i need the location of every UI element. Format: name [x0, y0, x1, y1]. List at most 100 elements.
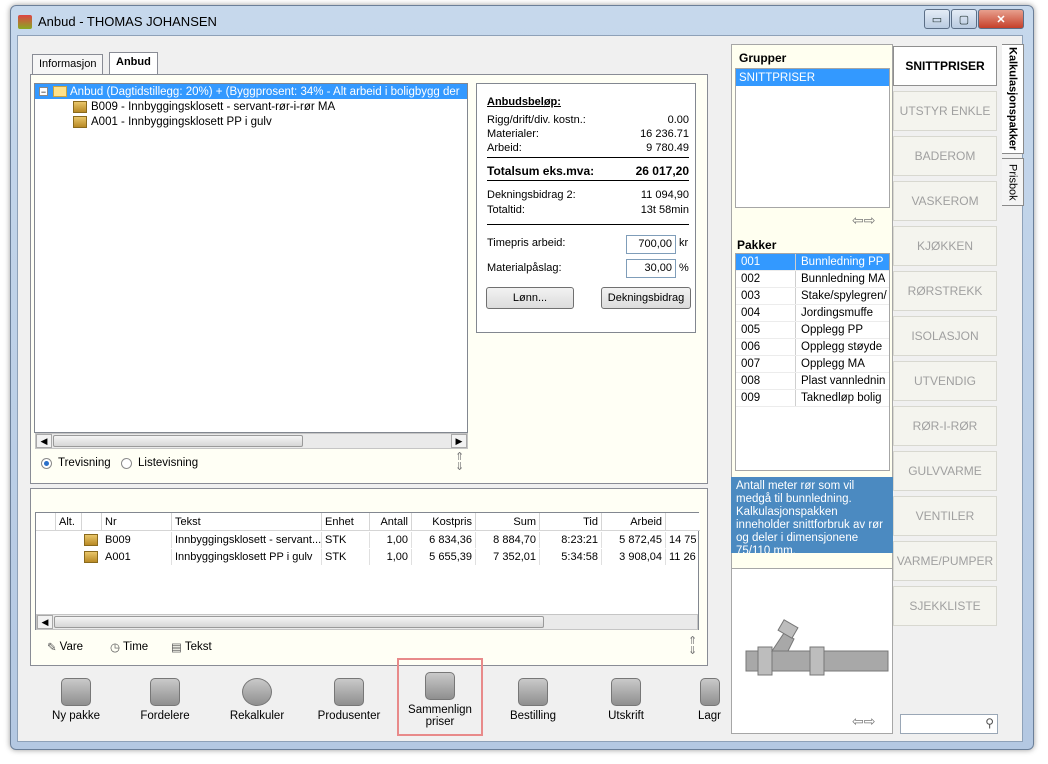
col-sum[interactable]: Sum [476, 513, 540, 531]
splitter-arrows-icon[interactable]: ⇑ ⇓ [688, 636, 697, 657]
summary-value: 9 780.49 [646, 142, 689, 154]
list-item[interactable]: 009 Taknedløp bolig [736, 390, 889, 407]
tab-prisbok[interactable]: Prisbok [1002, 158, 1024, 206]
list-item[interactable]: 003 Stake/spylegren/ [736, 288, 889, 305]
scroll-right-icon[interactable]: ▶ [451, 434, 467, 448]
package-number: 006 [736, 339, 796, 355]
list-item[interactable]: 007 Opplegg MA [736, 356, 889, 373]
col-tid[interactable]: Tid [540, 513, 602, 531]
cell-enhet: STK [322, 532, 370, 548]
category-ror-i-ror[interactable]: RØR-I-RØR [893, 406, 997, 446]
maximize-button[interactable]: ▢ [951, 9, 977, 29]
list-item[interactable]: 008 Plast vannlednin [736, 373, 889, 390]
pencil-icon: ✎ [47, 642, 57, 654]
col-extra [666, 513, 700, 531]
category-varme-pumper[interactable]: VARME/PUMPER [893, 541, 997, 581]
add-vare-option[interactable]: ✎ Vare [47, 640, 83, 654]
collapse-icon[interactable]: − [39, 87, 48, 97]
groups-list[interactable]: SNITTPRISER [735, 68, 890, 208]
order-button[interactable]: Bestilling [490, 674, 576, 736]
scroll-left-icon[interactable]: ◀ [36, 434, 52, 448]
producers-button[interactable]: Produsenter [306, 674, 392, 736]
hourly-rate-input[interactable]: 700,00 [626, 235, 676, 254]
col-arbeid[interactable]: Arbeid [602, 513, 666, 531]
category-utvendig[interactable]: UTVENDIG [893, 361, 997, 401]
scales-icon [425, 672, 455, 700]
list-item[interactable]: 001 Bunnledning PP [736, 254, 889, 271]
tree-item[interactable]: A001 - Innbyggingsklosett PP i gulv [35, 114, 467, 129]
grid-horizontal-scrollbar[interactable]: ◀ [36, 614, 698, 630]
list-item[interactable]: 005 Opplegg PP [736, 322, 889, 339]
category-rorstrekk[interactable]: RØRSTREKK [893, 271, 997, 311]
view-list-option[interactable]: Listevisning [121, 457, 198, 469]
col-enhet[interactable]: Enhet [322, 513, 370, 531]
print-button[interactable]: Utskrift [583, 674, 669, 736]
material-markup-input[interactable]: 30,00 [626, 259, 676, 278]
category-vaskerom[interactable]: VASKEROM [893, 181, 997, 221]
packages-heading: Pakker [737, 238, 777, 252]
compare-prices-button[interactable]: Sammenlign priser [397, 658, 483, 736]
grid-corner [36, 513, 56, 531]
view-tree-option[interactable]: Trevisning [41, 457, 111, 469]
tab-anbud[interactable]: Anbud [109, 52, 158, 74]
manifolds-button[interactable]: Fordelere [122, 674, 208, 736]
category-baderom[interactable]: BADEROM [893, 136, 997, 176]
coverage-button[interactable]: Dekningsbidrag [601, 287, 691, 309]
cell-tid: 5:34:58 [540, 549, 602, 565]
list-item[interactable]: 006 Opplegg støyde [736, 339, 889, 356]
scroll-thumb[interactable] [54, 616, 544, 628]
category-gulvvarme[interactable]: GULVVARME [893, 451, 997, 491]
tree-root[interactable]: − Anbud (Dagtidstillegg: 20%) + (Byggpro… [35, 84, 467, 99]
tree-view[interactable]: − Anbud (Dagtidstillegg: 20%) + (Byggpro… [34, 83, 468, 433]
category-kjokken[interactable]: KJØKKEN [893, 226, 997, 266]
summary-row: Materialer: 16 236.71 [487, 128, 689, 140]
groups-heading: Grupper [739, 51, 787, 65]
tab-kalkulasjonspakker[interactable]: Kalkulasjonspakker [1002, 44, 1024, 154]
nav-arrows-icon[interactable]: ⇦⇨ [852, 212, 875, 229]
scroll-left-icon[interactable]: ◀ [37, 615, 53, 629]
nav-arrows-icon[interactable]: ⇦⇨ [852, 713, 875, 730]
tree-item[interactable]: B009 - Innbyggingsklosett - servant-rør-… [35, 99, 467, 114]
manifolds-label: Fordelere [140, 710, 190, 722]
scroll-thumb[interactable] [53, 435, 303, 447]
add-tekst-option[interactable]: ▤ Tekst [171, 640, 212, 654]
pipe-icon [745, 619, 889, 676]
package-name: Bunnledning PP [801, 256, 884, 268]
close-button[interactable]: ✕ [978, 9, 1024, 29]
lines-grid[interactable]: Alt. Nr Tekst Enhet Antall Kostpris Sum … [35, 512, 700, 630]
col-tekst[interactable]: Tekst [172, 513, 322, 531]
save-button[interactable]: Lagr [690, 674, 724, 736]
folder-icon [53, 86, 67, 97]
cell-arbeid: 3 908,04 [602, 549, 666, 565]
cell-antall: 1,00 [370, 532, 412, 548]
producers-icon [334, 678, 364, 706]
package-name: Taknedløp bolig [801, 392, 882, 404]
col-kostpris[interactable]: Kostpris [412, 513, 476, 531]
packages-list[interactable]: 001 Bunnledning PP 002 Bunnledning MA 003 S… [735, 253, 890, 471]
tree-item-label: B009 - Innbyggingsklosett - servant-rør-… [91, 100, 336, 113]
tab-informasjon[interactable]: Informasjon [32, 54, 104, 74]
new-package-button[interactable]: Ny pakke [33, 674, 119, 736]
tree-horizontal-scrollbar[interactable]: ◀ ▶ [35, 433, 468, 449]
add-time-option[interactable]: ◷ Time [110, 640, 148, 654]
category-sjekkliste[interactable]: SJEKKLISTE [893, 586, 997, 626]
col-antall[interactable]: Antall [370, 513, 412, 531]
search-input[interactable]: ⚲ [900, 714, 998, 734]
category-ventiler[interactable]: VENTILER [893, 496, 997, 536]
col-nr[interactable]: Nr [102, 513, 172, 531]
splitter-arrows-icon[interactable]: ⇑ ⇓ [455, 452, 464, 473]
category-isolasjon[interactable]: ISOLASJON [893, 316, 997, 356]
minimize-button[interactable]: ▭ [924, 9, 950, 29]
col-alt[interactable]: Alt. [56, 513, 82, 531]
package-name: Jordingsmuffe [801, 307, 874, 319]
list-item[interactable]: 002 Bunnledning MA [736, 271, 889, 288]
new-package-label: Ny pakke [52, 710, 100, 722]
summary-label: Rigg/drift/div. kostn.: [487, 114, 586, 126]
category-snittpriser[interactable]: SNITTPRISER [893, 46, 997, 86]
wage-button[interactable]: Lønn... [486, 287, 574, 309]
category-utstyr-enkle[interactable]: UTSTYR ENKLE [893, 91, 997, 131]
cell-tid: 8:23:21 [540, 532, 602, 548]
recalculate-button[interactable]: Rekalkuler [214, 674, 300, 736]
list-item[interactable]: 004 Jordingsmuffe [736, 305, 889, 322]
list-item[interactable]: SNITTPRISER [736, 69, 889, 86]
